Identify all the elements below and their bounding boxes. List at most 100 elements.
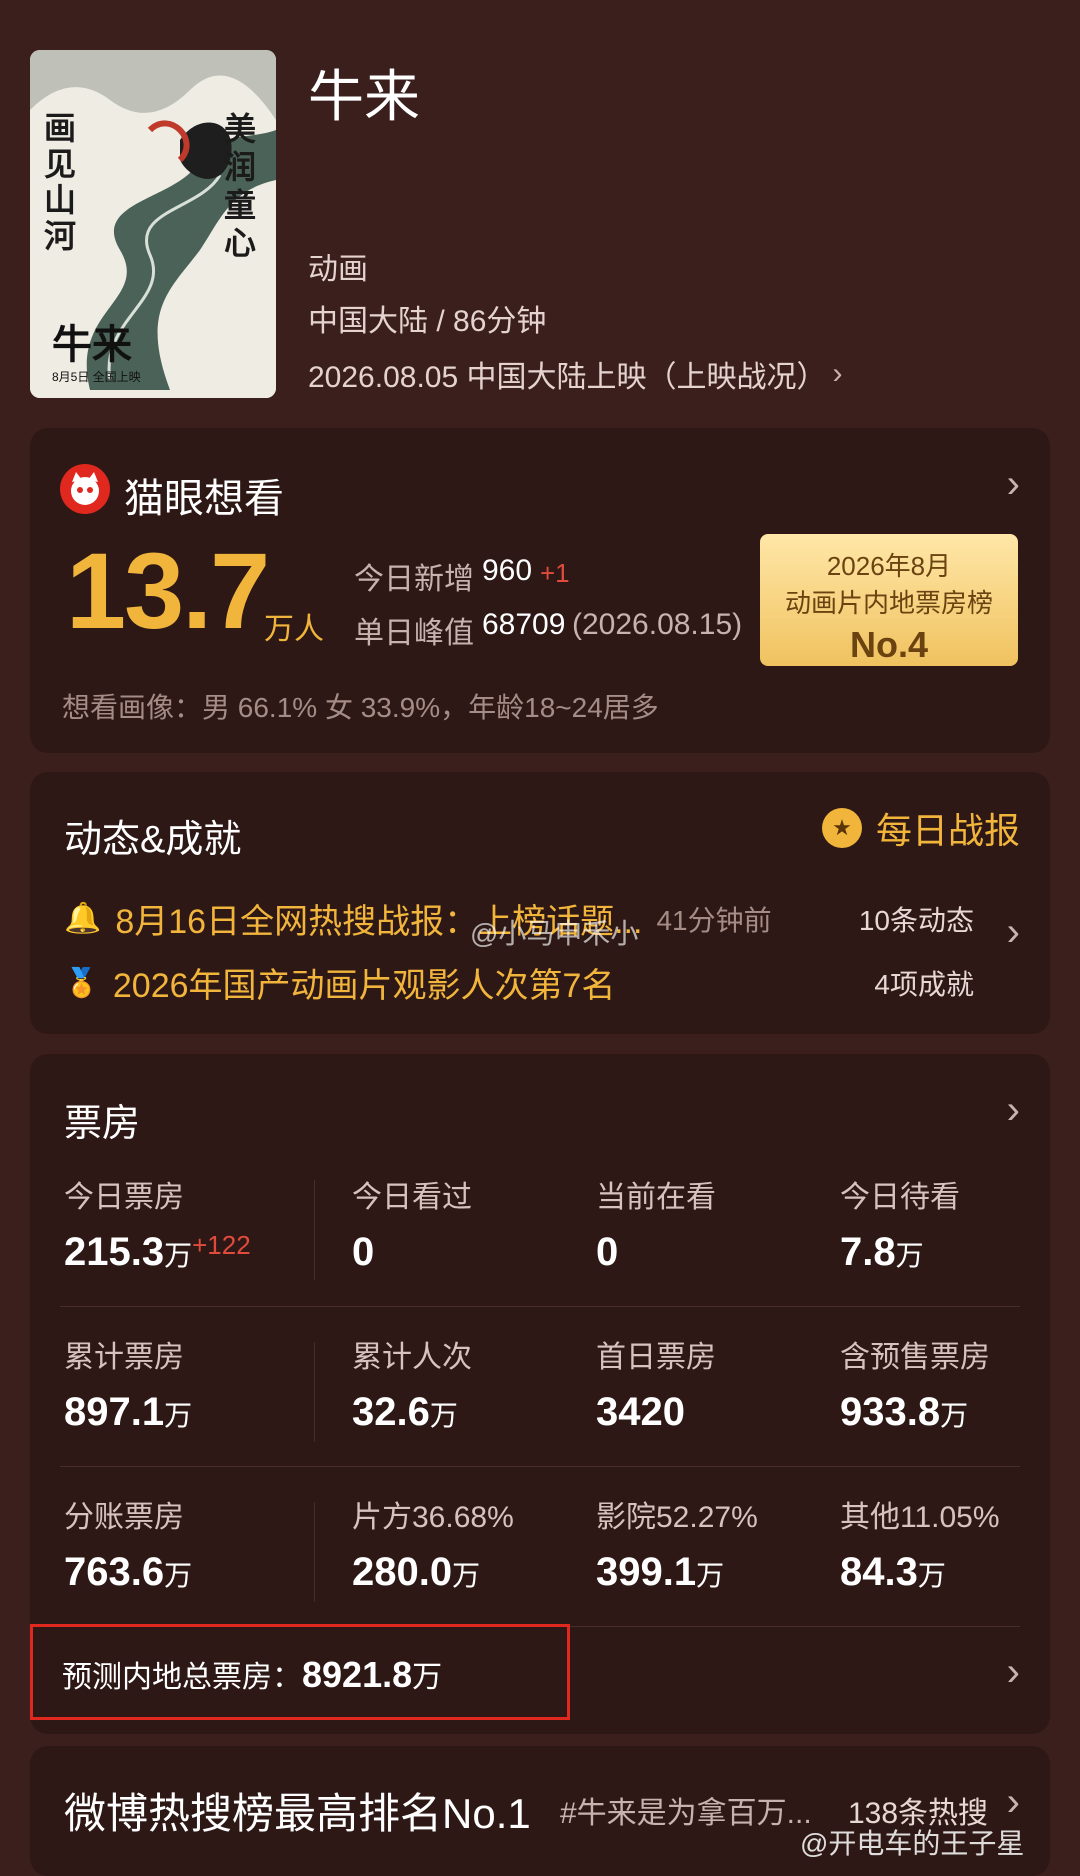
- divider: [314, 1180, 315, 1280]
- boxoffice-title: 票房: [64, 1103, 141, 1145]
- movie-release[interactable]: 2026.08.05 中国大陆上映（上映战况） ›: [308, 352, 842, 396]
- want-card[interactable]: 猫眼想看 › 13.7 万人 今日新增 960 +1 单日峰值 68709 (2…: [30, 428, 1050, 753]
- daily-report-button[interactable]: ★ 每日战报: [821, 802, 1020, 854]
- divider: [314, 1342, 315, 1442]
- stat-label: 首日票房: [596, 1341, 716, 1374]
- chevron-right-icon: ›: [832, 357, 843, 390]
- stat-split-boxoffice: 分账票房 763.6万: [64, 1492, 192, 1595]
- chevron-right-icon: ›: [1006, 1650, 1020, 1694]
- want-brand: 猫眼想看: [124, 477, 284, 521]
- watermark-weibo: @开电车的王子星: [800, 1828, 1025, 1859]
- want-today-value: 960: [482, 554, 533, 587]
- want-count: 13.7: [66, 530, 270, 651]
- news-item-count: 10条动态: [858, 904, 974, 936]
- achievement-count: 4项成就: [874, 968, 974, 1000]
- want-peak-value: 68709: [482, 608, 566, 641]
- chevron-right-icon: ›: [1006, 1780, 1020, 1824]
- stat-label: 分账票房: [64, 1501, 184, 1534]
- stat-with-presale: 含预售票房 933.8万: [840, 1332, 990, 1435]
- medal-icon: 🏅: [64, 967, 99, 998]
- want-today-label: 今日新增: [354, 563, 474, 596]
- medal-icon: ★: [821, 808, 862, 848]
- movie-genre: 动画: [308, 253, 368, 286]
- daily-report-label: 每日战报: [875, 810, 1020, 851]
- stat-value: 763.6: [64, 1550, 165, 1594]
- movie-poster[interactable]: 画见山河 美润童心 牛来 8月5日 全国上映: [30, 50, 276, 398]
- stat-producer-share: 片方36.68% 280.0万: [352, 1492, 514, 1595]
- stat-label: 累计票房: [64, 1341, 184, 1374]
- stat-label: 今日待看: [840, 1181, 960, 1214]
- stat-unit: 万: [429, 1400, 458, 1431]
- stat-unit: 万: [940, 1400, 969, 1431]
- news-card[interactable]: 动态&成就 ★ 每日战报 🔔 8月16日全网热搜战报：上榜话题... 41分钟前…: [30, 772, 1050, 1034]
- forecast-value: 8921.8: [302, 1654, 413, 1695]
- chevron-right-icon: ›: [1006, 1088, 1020, 1132]
- rank-badge-line2: 动画片内地票房榜: [784, 588, 993, 618]
- stat-label: 其他11.05%: [840, 1501, 1000, 1534]
- stat-label: 影院52.27%: [596, 1501, 758, 1534]
- rank-badge-line1: 2026年8月: [826, 551, 952, 581]
- news-title: 动态&成就: [64, 819, 242, 861]
- weibo-tag: #牛来是为拿百万...: [560, 1797, 812, 1830]
- stat-value: 897.1: [64, 1390, 165, 1434]
- stat-unit: 万: [164, 1240, 193, 1271]
- movie-region-duration: 中国大陆 / 86分钟: [308, 305, 547, 338]
- stat-value: 32.6: [352, 1390, 430, 1434]
- boxoffice-card[interactable]: 票房 › 今日票房 215.3万+122 今日看过 0 当前在看 0 今日待看 …: [30, 1054, 1050, 1734]
- stat-unit: 万: [452, 1560, 481, 1591]
- watermark-weibo: @小马申禾小: [470, 918, 639, 949]
- stat-label: 含预售票房: [840, 1341, 990, 1374]
- stat-now-watching: 当前在看 0: [596, 1172, 716, 1275]
- stat-unit: 万: [164, 1560, 193, 1591]
- forecast-label: 预测内地总票房：: [62, 1661, 302, 1694]
- poster-date-text: 8月5日 全国上映: [52, 370, 141, 384]
- want-portrait: 想看画像：男 66.1% 女 33.9%，年龄18~24居多: [62, 692, 659, 723]
- movie-release-text: 2026.08.05 中国大陆上映（上映战况）: [308, 361, 827, 394]
- poster-right-text: 美润童心: [224, 111, 257, 261]
- stat-label: 今日看过: [352, 1181, 472, 1214]
- achievement-item[interactable]: 🏅 2026年国产动画片观影人次第7名 4项成就: [64, 958, 1014, 1007]
- stat-value: 7.8: [840, 1230, 896, 1274]
- news-item-time: 41分钟前: [656, 904, 772, 936]
- want-peak-date: (2026.08.15): [572, 608, 743, 641]
- stat-cinema-share: 影院52.27% 399.1万: [596, 1492, 758, 1595]
- bell-icon: 🔔: [64, 902, 102, 935]
- stat-label: 累计人次: [352, 1341, 472, 1374]
- chevron-right-icon: ›: [1006, 910, 1020, 954]
- stat-label: 当前在看: [596, 1181, 716, 1214]
- forecast-unit: 万: [412, 1661, 443, 1694]
- stat-today-watched: 今日看过 0: [352, 1172, 472, 1275]
- stat-label: 片方36.68%: [352, 1501, 514, 1534]
- stat-value: 3420: [596, 1390, 685, 1434]
- poster-logo-text: 牛来: [52, 323, 132, 367]
- stat-total-admissions: 累计人次 32.6万: [352, 1332, 472, 1435]
- stat-unit: 万: [895, 1240, 924, 1271]
- movie-title: 牛来: [308, 65, 420, 128]
- stat-value: 0: [352, 1230, 375, 1274]
- maoyan-cat-icon: [60, 464, 110, 514]
- achievement-text: 2026年国产动画片观影人次第7名: [112, 967, 616, 1005]
- want-today-delta: +1: [540, 558, 570, 588]
- stat-other-share: 其他11.05% 84.3万: [840, 1492, 1000, 1595]
- stat-today-pending: 今日待看 7.8万: [840, 1172, 960, 1275]
- stat-value: 280.0: [352, 1550, 453, 1594]
- stat-total-boxoffice: 累计票房 897.1万: [64, 1332, 192, 1435]
- divider: [60, 1466, 1020, 1467]
- stat-value: 933.8: [840, 1390, 941, 1434]
- stat-value: 399.1: [596, 1550, 697, 1594]
- divider: [314, 1502, 315, 1602]
- stat-unit: 万: [164, 1400, 193, 1431]
- stat-value: 84.3: [840, 1550, 918, 1594]
- stat-first-day: 首日票房 3420: [596, 1332, 716, 1435]
- stat-value: 215.3: [64, 1230, 165, 1274]
- stat-today-boxoffice: 今日票房 215.3万+122: [64, 1172, 251, 1275]
- want-peak-label: 单日峰值: [354, 617, 474, 650]
- chevron-right-icon: ›: [1006, 462, 1020, 506]
- stat-unit: 万: [917, 1560, 946, 1591]
- divider: [60, 1306, 1020, 1307]
- rank-badge-rank: No.4: [849, 624, 928, 665]
- want-count-unit: 万人: [264, 613, 324, 646]
- weibo-title: 微博热搜榜最高排名No.1: [64, 1790, 531, 1837]
- forecast-row[interactable]: 预测内地总票房： 8921.8 万: [62, 1652, 442, 1696]
- rank-badge[interactable]: 2026年8月 动画片内地票房榜 No.4: [760, 534, 1018, 666]
